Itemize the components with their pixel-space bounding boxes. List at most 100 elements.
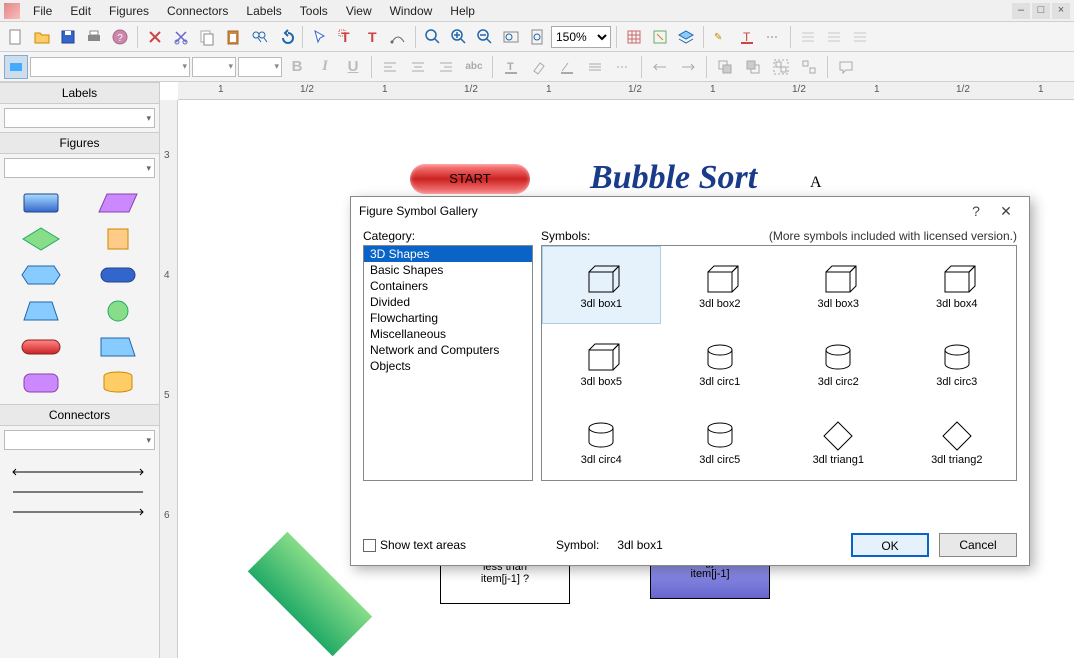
grid-button[interactable] <box>622 25 646 49</box>
menu-connectors[interactable]: Connectors <box>158 1 237 21</box>
category-item[interactable]: Miscellaneous <box>364 326 532 342</box>
shape-diamond[interactable] <box>6 224 77 254</box>
arrow-start-button[interactable] <box>647 55 673 79</box>
format-mode-icon[interactable] <box>4 55 28 79</box>
font-select[interactable] <box>30 57 190 77</box>
shape-parallelogram[interactable] <box>83 188 154 218</box>
highlight-button[interactable] <box>526 55 552 79</box>
show-text-areas-checkbox[interactable]: Show text areas <box>363 538 466 552</box>
menu-view[interactable]: View <box>337 1 381 21</box>
find-button[interactable] <box>247 25 271 49</box>
symbol-item[interactable]: 3dl box3 <box>779 246 898 324</box>
align-left-button[interactable] <box>377 55 403 79</box>
symbol-item[interactable]: 3dl circ1 <box>661 324 780 402</box>
italic-button[interactable]: I <box>312 55 338 79</box>
comment-button[interactable] <box>833 55 859 79</box>
maximize-button[interactable]: □ <box>1032 3 1050 19</box>
dash-button[interactable] <box>761 25 785 49</box>
symbol-item[interactable]: 3dl triang2 <box>898 402 1017 480</box>
menu-tools[interactable]: Tools <box>291 1 337 21</box>
title-suffix[interactable]: A <box>810 174 822 192</box>
symbol-item[interactable]: 3dl box5 <box>542 324 661 402</box>
layers-button[interactable] <box>674 25 698 49</box>
menu-window[interactable]: Window <box>381 1 442 21</box>
menu-file[interactable]: File <box>24 1 61 21</box>
pointer-tool[interactable] <box>308 25 332 49</box>
undo-button[interactable] <box>273 25 297 49</box>
category-item[interactable]: Divided <box>364 294 532 310</box>
connector-arrow-both[interactable] <box>8 462 151 482</box>
canvas-area[interactable]: 11/211/211/211/211/21 3456 START Bubble … <box>160 82 1074 658</box>
group-button[interactable] <box>768 55 794 79</box>
zoom-select[interactable]: 150% <box>551 26 611 48</box>
connector-plain[interactable] <box>8 482 151 502</box>
text-fill-button[interactable]: T <box>498 55 524 79</box>
copy-button[interactable] <box>195 25 219 49</box>
shape-circle[interactable] <box>83 296 154 326</box>
shape-capsule[interactable] <box>6 332 77 362</box>
align-center-dist[interactable] <box>822 25 846 49</box>
symbol-item[interactable]: 3dl circ2 <box>779 324 898 402</box>
text-tool-red[interactable]: T <box>334 25 358 49</box>
symbol-item[interactable]: 3dl circ3 <box>898 324 1017 402</box>
text-tool[interactable]: T <box>360 25 384 49</box>
category-item[interactable]: 3D Shapes <box>364 246 532 262</box>
font-size-select[interactable] <box>192 57 236 77</box>
underline-button[interactable]: U <box>340 55 366 79</box>
labels-panel-header[interactable]: Labels <box>0 82 159 104</box>
start-node[interactable]: START <box>410 164 530 194</box>
spell-button[interactable]: ✎ <box>709 25 733 49</box>
align-left-dist[interactable] <box>796 25 820 49</box>
zoom-tool[interactable] <box>421 25 445 49</box>
category-item[interactable]: Containers <box>364 278 532 294</box>
symbol-item[interactable]: 3dl triang1 <box>779 402 898 480</box>
paste-button[interactable] <box>221 25 245 49</box>
shape-cylinder[interactable] <box>83 368 154 398</box>
print-button[interactable] <box>82 25 106 49</box>
minimize-button[interactable]: ‒ <box>1012 3 1030 19</box>
save-button[interactable] <box>56 25 80 49</box>
menu-figures[interactable]: Figures <box>100 1 158 21</box>
cancel-button[interactable]: Cancel <box>939 533 1017 557</box>
shape-pill[interactable] <box>83 260 154 290</box>
delete-button[interactable] <box>143 25 167 49</box>
shape-rounded[interactable] <box>6 368 77 398</box>
category-item[interactable]: Basic Shapes <box>364 262 532 278</box>
category-item[interactable]: Flowcharting <box>364 310 532 326</box>
shape-hexagon[interactable] <box>6 260 77 290</box>
zoom-page-button[interactable] <box>525 25 549 49</box>
text-color-button[interactable]: T <box>735 25 759 49</box>
close-button[interactable]: × <box>1052 3 1070 19</box>
symbol-grid[interactable]: 3dl box13dl box23dl box33dl box4 3dl box5… <box>541 245 1017 481</box>
shape-square[interactable] <box>83 224 154 254</box>
new-button[interactable] <box>4 25 28 49</box>
shape-trapezoid[interactable] <box>6 296 77 326</box>
shape-trap2[interactable] <box>83 332 154 362</box>
arrow-end-button[interactable] <box>675 55 701 79</box>
ok-button[interactable]: OK <box>851 533 929 557</box>
symbol-item[interactable]: 3dl box1 <box>542 246 661 324</box>
connectors-panel-header[interactable]: Connectors <box>0 404 159 426</box>
symbol-item[interactable]: 3dl box2 <box>661 246 780 324</box>
bold-button[interactable]: B <box>284 55 310 79</box>
snap-button[interactable] <box>648 25 672 49</box>
category-item[interactable]: Objects <box>364 358 532 374</box>
connector-tool[interactable] <box>386 25 410 49</box>
category-item[interactable]: Network and Computers <box>364 342 532 358</box>
zoom-out-button[interactable] <box>473 25 497 49</box>
cut-button[interactable] <box>169 25 193 49</box>
send-back-button[interactable] <box>740 55 766 79</box>
symbol-item[interactable]: 3dl circ5 <box>661 402 780 480</box>
figures-dropdown[interactable] <box>4 158 155 178</box>
line-color-button[interactable] <box>554 55 580 79</box>
shape-rectangle[interactable] <box>6 188 77 218</box>
ungroup-button[interactable] <box>796 55 822 79</box>
dialog-help-button[interactable]: ? <box>961 203 991 219</box>
symbol-item[interactable]: 3dl box4 <box>898 246 1017 324</box>
help-button[interactable]: ? <box>108 25 132 49</box>
connector-arrow-right[interactable] <box>8 502 151 522</box>
zoom-in-button[interactable] <box>447 25 471 49</box>
abc-button[interactable]: abc <box>461 55 487 79</box>
labels-dropdown[interactable] <box>4 108 155 128</box>
diagram-title[interactable]: Bubble Sort <box>590 159 757 197</box>
